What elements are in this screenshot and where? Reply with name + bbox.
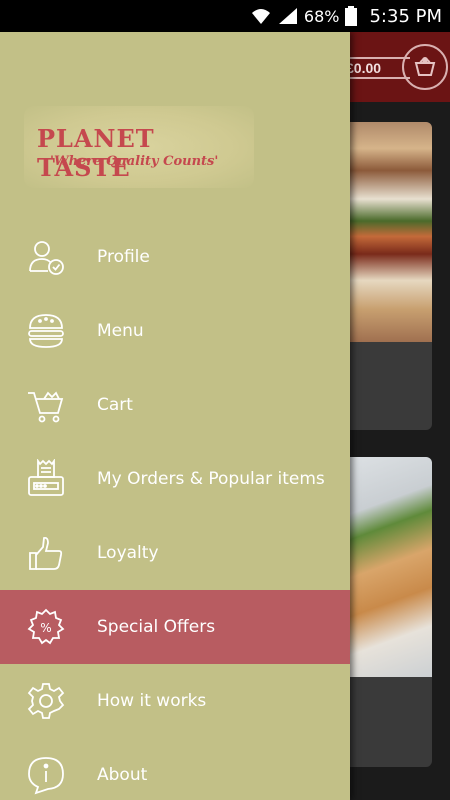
logo-title: PLANET TASTE (37, 124, 155, 182)
gear-icon (26, 681, 66, 721)
menu-label: How it works (97, 691, 207, 711)
menu-label: About (97, 765, 148, 785)
menu-item-special-offers[interactable]: % Special Offers (0, 590, 350, 664)
menu-item-loyalty[interactable]: Loyalty (0, 516, 350, 590)
basket-icon (412, 52, 438, 82)
menu-label: Cart (97, 395, 133, 415)
percent-badge-icon: % (26, 607, 66, 647)
status-bar: 68% 5:35 PM (0, 0, 450, 32)
menu-item-menu[interactable]: Menu (0, 294, 350, 368)
logo: PLANET TASTE 'Where Quality Counts' (24, 106, 254, 188)
battery-icon (345, 6, 358, 26)
menu-label: My Orders & Popular items (97, 469, 325, 489)
cart-button[interactable] (402, 44, 448, 90)
clock: 5:35 PM (369, 5, 442, 27)
battery-percent: 68% (303, 6, 340, 26)
menu-label: Loyalty (97, 543, 159, 563)
signal-icon (278, 7, 298, 25)
menu-item-cart[interactable]: Cart (0, 368, 350, 442)
cart-icon (26, 385, 66, 425)
navigation-drawer: PLANET TASTE 'Where Quality Counts' Prof… (0, 32, 350, 800)
menu-label: Profile (97, 247, 150, 267)
cart-total: £0.00 (346, 60, 382, 76)
thumbs-up-icon (26, 533, 66, 573)
orders-icon (26, 459, 66, 499)
menu-item-profile[interactable]: Profile (0, 220, 350, 294)
wifi-icon (250, 7, 272, 25)
menu-item-how-it-works[interactable]: How it works (0, 664, 350, 738)
menu-item-orders[interactable]: My Orders & Popular items (0, 442, 350, 516)
svg-text:%: % (40, 621, 51, 635)
menu-label: Special Offers (97, 617, 216, 637)
menu-item-about[interactable]: About (0, 738, 350, 800)
menu-label: Menu (97, 321, 144, 341)
info-icon (26, 755, 66, 795)
profile-icon (26, 237, 66, 277)
drawer-menu: Profile Menu Cart My Orders & Popular it… (0, 220, 350, 800)
burger-icon (26, 311, 66, 351)
logo-tagline: 'Where Quality Counts' (50, 154, 219, 169)
